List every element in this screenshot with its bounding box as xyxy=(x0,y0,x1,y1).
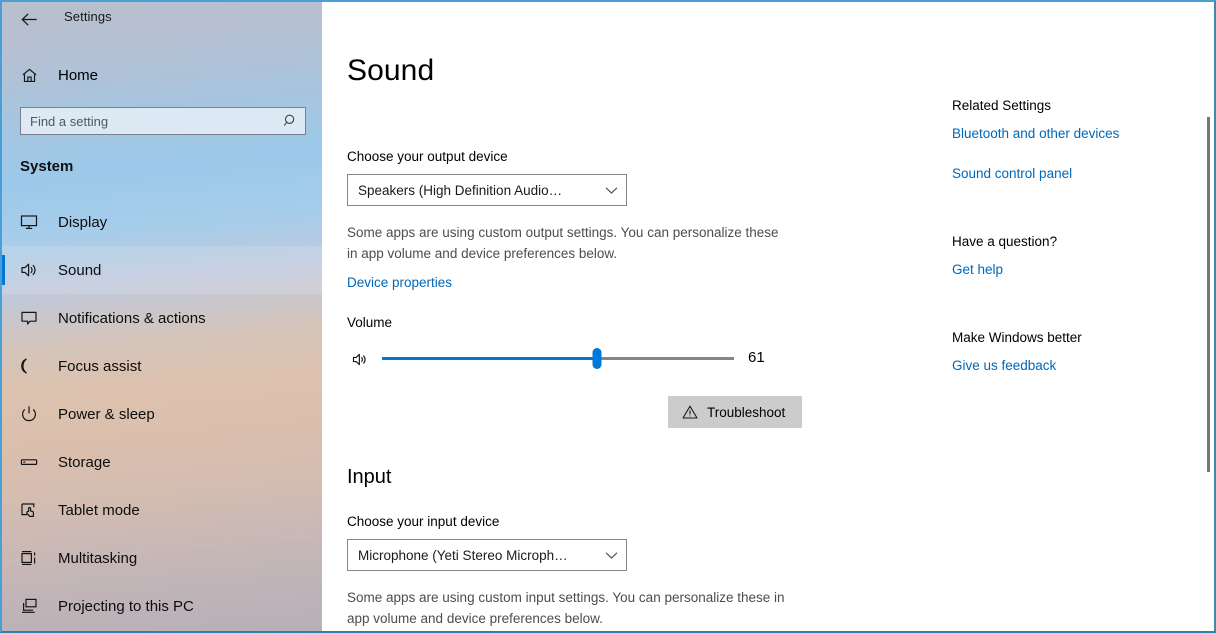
have-a-question-heading: Have a question? xyxy=(952,234,1058,249)
troubleshoot-button[interactable]: Troubleshoot xyxy=(668,396,803,428)
sidebar-item-power-sleep-label: Power & sleep xyxy=(58,405,155,423)
back-button[interactable] xyxy=(12,5,46,33)
moon-icon xyxy=(6,356,52,376)
project-icon xyxy=(6,596,52,616)
sidebar-item-sound-label: Sound xyxy=(58,261,102,279)
slider-thumb[interactable] xyxy=(592,348,602,369)
speaker-icon xyxy=(6,260,52,280)
sidebar-nav-list: Display Sound Notifications & actions Fo… xyxy=(2,198,322,630)
chevron-down-icon xyxy=(596,186,626,195)
input-device-value: Microphone (Yeti Stereo Microph… xyxy=(358,547,568,563)
sidebar-item-power-sleep[interactable]: Power & sleep xyxy=(2,390,322,438)
slider-fill xyxy=(382,357,597,360)
chevron-down-icon xyxy=(596,551,626,560)
give-us-feedback-link[interactable]: Give us feedback xyxy=(952,358,1056,373)
scrollbar-thumb[interactable] xyxy=(1207,117,1210,472)
sidebar-item-sound[interactable]: Sound xyxy=(2,246,322,294)
bluetooth-and-other-devices-link[interactable]: Bluetooth and other devices xyxy=(952,126,1119,141)
output-note: Some apps are using custom output settin… xyxy=(347,225,779,261)
volume-slider[interactable] xyxy=(382,346,734,372)
search-box[interactable] xyxy=(20,107,306,135)
main-content: Sound Choose your output device Speakers… xyxy=(322,2,1214,631)
sidebar-item-tablet-mode-label: Tablet mode xyxy=(58,501,140,519)
get-help-link[interactable]: Get help xyxy=(952,262,1003,277)
search-icon[interactable] xyxy=(277,108,305,134)
sidebar-item-focus-assist[interactable]: Focus assist xyxy=(2,342,322,390)
volume-control-row: 61 xyxy=(348,346,778,372)
search-input[interactable] xyxy=(21,108,277,134)
related-settings-heading: Related Settings xyxy=(952,98,1052,113)
input-device-label: Choose your input device xyxy=(347,514,500,529)
drive-icon xyxy=(6,452,52,472)
sidebar-item-multitasking-label: Multitasking xyxy=(58,549,138,567)
back-arrow-icon xyxy=(20,12,37,26)
output-device-value: Speakers (High Definition Audio… xyxy=(358,182,563,198)
power-icon xyxy=(6,404,52,424)
device-properties-link[interactable]: Device properties xyxy=(347,275,452,290)
make-windows-better-heading: Make Windows better xyxy=(952,330,1082,345)
volume-label: Volume xyxy=(347,315,393,330)
sidebar-item-focus-assist-label: Focus assist xyxy=(58,357,142,375)
selection-indicator xyxy=(2,255,5,285)
volume-value: 61 xyxy=(748,349,765,366)
app-title: Settings xyxy=(64,9,112,24)
sidebar-section-title: System xyxy=(20,158,74,175)
sidebar-item-home-label: Home xyxy=(58,66,99,84)
sidebar-item-projecting[interactable]: Projecting to this PC xyxy=(2,582,322,630)
vertical-scrollbar[interactable] xyxy=(1200,34,1214,631)
page-title: Sound xyxy=(347,54,435,87)
output-device-dropdown[interactable]: Speakers (High Definition Audio… xyxy=(347,174,627,206)
sidebar: Settings Home System xyxy=(2,2,322,631)
title-bar: Settings xyxy=(2,2,322,34)
sound-control-panel-link[interactable]: Sound control panel xyxy=(952,166,1072,181)
sidebar-item-notifications-label: Notifications & actions xyxy=(58,309,206,327)
sidebar-item-notifications[interactable]: Notifications & actions xyxy=(2,294,322,342)
input-section-heading: Input xyxy=(347,466,392,488)
sidebar-item-display[interactable]: Display xyxy=(2,198,322,246)
sidebar-item-projecting-label: Projecting to this PC xyxy=(58,597,194,615)
sidebar-item-storage[interactable]: Storage xyxy=(2,438,322,486)
warning-icon xyxy=(682,404,698,420)
sidebar-item-storage-label: Storage xyxy=(58,453,111,471)
output-device-label: Choose your output device xyxy=(347,149,508,164)
tablet-icon xyxy=(6,500,52,520)
notification-icon xyxy=(6,308,52,328)
troubleshoot-label: Troubleshoot xyxy=(707,404,786,420)
sidebar-item-multitasking[interactable]: Multitasking xyxy=(2,534,322,582)
monitor-icon xyxy=(6,212,52,232)
input-device-dropdown[interactable]: Microphone (Yeti Stereo Microph… xyxy=(347,539,627,571)
multitasking-icon xyxy=(6,548,52,568)
settings-window: Settings Home System xyxy=(0,0,1216,633)
sidebar-item-home[interactable]: Home xyxy=(2,58,322,92)
home-icon xyxy=(6,66,52,85)
sidebar-item-tablet-mode[interactable]: Tablet mode xyxy=(2,486,322,534)
speaker-icon[interactable] xyxy=(348,348,372,370)
input-note: Some apps are using custom input setting… xyxy=(347,590,785,626)
sidebar-item-display-label: Display xyxy=(58,213,108,231)
